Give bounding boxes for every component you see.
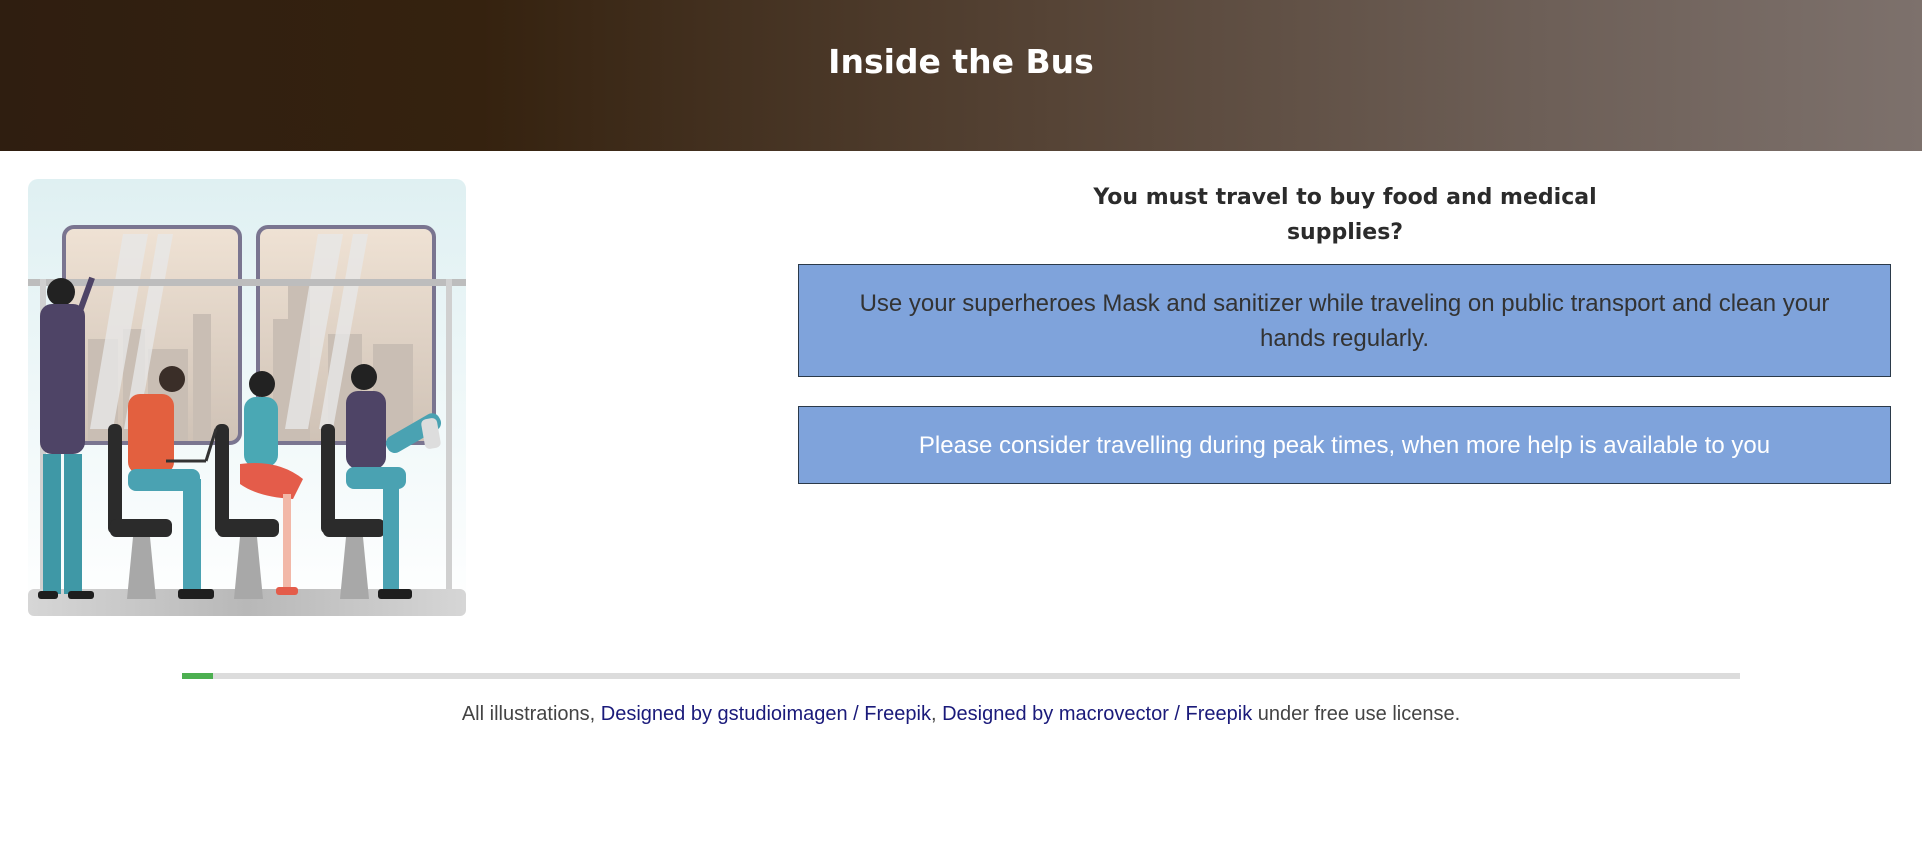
illustration-graphic — [28, 179, 466, 616]
credits-prefix: All illustrations, — [461, 703, 601, 725]
progress-bar-fill — [182, 673, 214, 679]
bus-passengers-illustration — [28, 179, 466, 616]
credit-link-gstudioimagen[interactable]: Designed by gstudioimagen / Freepik — [601, 703, 931, 725]
credit-link-macrovector[interactable]: Designed by macrovector / Freepik — [942, 703, 1252, 725]
answer-option-1[interactable]: Use your superheroes Mask and sanitizer … — [798, 264, 1891, 377]
credits-suffix: under free use license. — [1252, 703, 1461, 725]
page-header: Inside the Bus — [0, 0, 1922, 151]
credits-footer: All illustrations, Designed by gstudioim… — [0, 703, 1922, 726]
progress-bar — [182, 673, 1740, 679]
credits-separator: , — [930, 703, 943, 725]
quiz-question: You must travel to buy food and medical … — [1093, 185, 1597, 245]
page-title: Inside the Bus — [828, 42, 1094, 81]
answer-option-2[interactable]: Please consider travelling during peak t… — [798, 406, 1891, 484]
